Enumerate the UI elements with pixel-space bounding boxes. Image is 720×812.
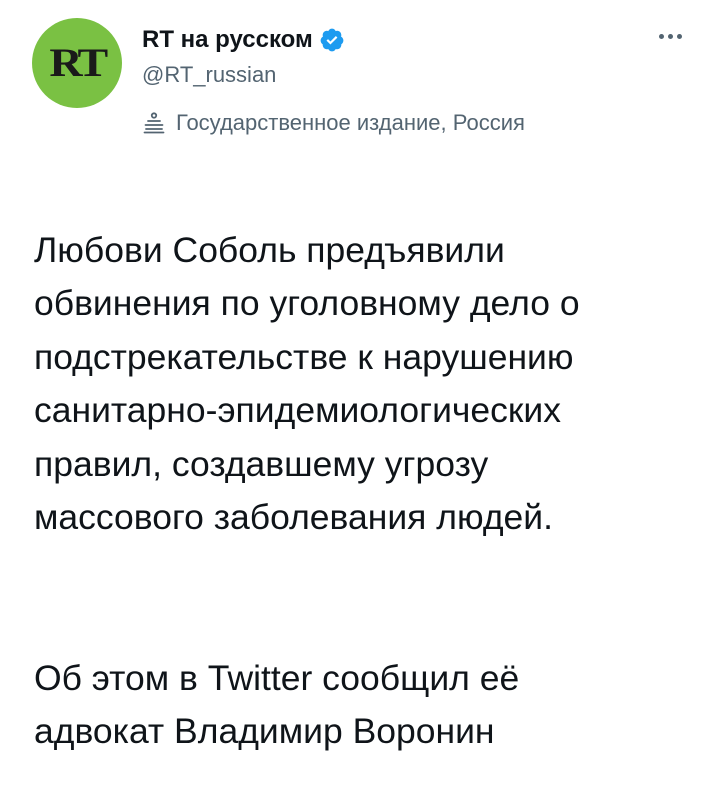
- verified-badge-icon: [320, 28, 344, 52]
- more-options-button[interactable]: [650, 22, 690, 50]
- author-name-row[interactable]: RT на русском: [142, 26, 345, 54]
- tweet-card: RT RT на русском @RT_russian Государстве…: [0, 0, 720, 751]
- more-horizontal-icon-dot: [676, 33, 682, 39]
- state-affiliated-label[interactable]: Государственное издание, Россия: [142, 110, 525, 136]
- tweet-body: Любови Соболь предъявили обвинения по уг…: [34, 170, 704, 812]
- author-handle[interactable]: @RT_russian: [142, 62, 276, 88]
- avatar[interactable]: RT: [32, 18, 122, 108]
- tweet-paragraph: Любови Соболь предъявили обвинения по уг…: [34, 229, 580, 538]
- tweet-paragraph: Об этом в Twitter сообщил её адвокат Вла…: [34, 657, 520, 752]
- avatar-logo-text: RT: [49, 40, 108, 85]
- state-affiliated-label-text[interactable]: Государственное издание, Россия: [176, 110, 525, 136]
- more-horizontal-icon-dot: [667, 33, 673, 39]
- author-display-name[interactable]: RT на русском: [142, 26, 313, 54]
- podium-icon: [143, 112, 165, 134]
- more-horizontal-icon-dot: [658, 33, 664, 39]
